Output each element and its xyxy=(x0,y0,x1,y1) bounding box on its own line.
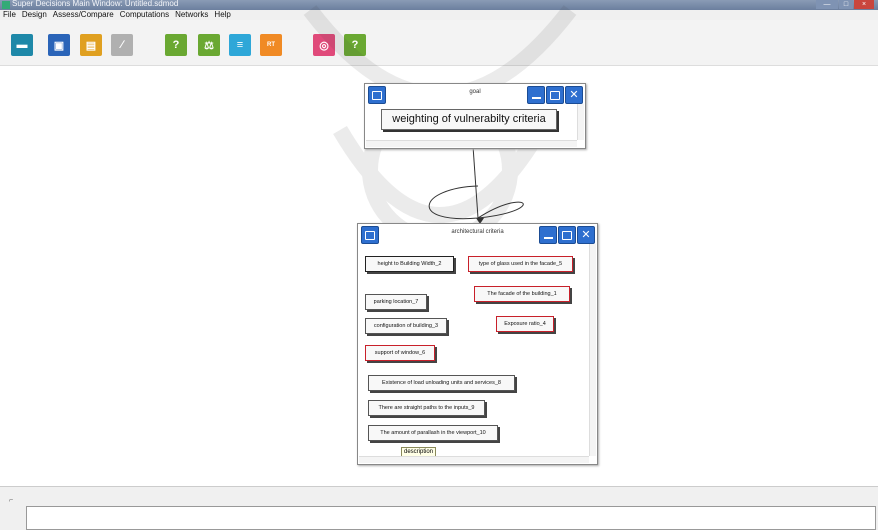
headphones-icon[interactable]: ◎ xyxy=(313,34,335,56)
menu-design[interactable]: Design xyxy=(22,10,47,19)
status-field[interactable] xyxy=(26,506,876,530)
menu-help[interactable]: Help xyxy=(214,10,230,19)
network-canvas[interactable]: goal ✕ weighting of vulnerabilty criteri… xyxy=(8,66,878,486)
maximize-icon[interactable] xyxy=(546,86,564,104)
question-mark-icon[interactable]: ? xyxy=(165,34,187,56)
close-icon[interactable]: ✕ xyxy=(565,86,583,104)
close-icon[interactable]: ✕ xyxy=(577,226,595,244)
bottom-panel: ⌐ xyxy=(0,486,878,530)
app-icon xyxy=(2,1,10,9)
criterion-element[interactable]: support of window_6 xyxy=(365,345,435,361)
goal-cluster[interactable]: goal ✕ weighting of vulnerabilty criteri… xyxy=(364,83,586,149)
menu-networks[interactable]: Networks xyxy=(175,10,208,19)
horizontal-scrollbar[interactable] xyxy=(359,456,589,463)
sliders-icon[interactable]: ≡ xyxy=(229,34,251,56)
criterion-element[interactable]: type of glass used in the facade_5 xyxy=(468,256,573,272)
goal-element[interactable]: weighting of vulnerabilty criteria xyxy=(381,109,557,130)
criterion-element[interactable]: parking location_7 xyxy=(365,294,427,310)
save-icon[interactable]: ▣ xyxy=(48,34,70,56)
menu-assess-compare[interactable]: Assess/Compare xyxy=(53,10,114,19)
menu-computations[interactable]: Computations xyxy=(120,10,169,19)
minimize-icon[interactable] xyxy=(527,86,545,104)
close-button[interactable]: × xyxy=(854,0,874,9)
horizontal-scrollbar[interactable] xyxy=(366,140,577,147)
criterion-element[interactable]: The amount of parallash in the viewport_… xyxy=(368,425,498,441)
minimize-button[interactable]: — xyxy=(816,0,838,9)
menu-file[interactable]: File xyxy=(3,10,16,19)
folder-open-icon[interactable]: ▬ xyxy=(11,34,33,56)
vertical-scrollbar[interactable] xyxy=(589,244,596,456)
criterion-element[interactable]: configuration of building_3 xyxy=(365,318,447,334)
criteria-cluster[interactable]: architectural criteria ✕ height to Build… xyxy=(357,223,598,465)
window-title: Super Decisions Main Window: Untitled.sd… xyxy=(12,0,179,8)
toolbar: ▬ ▣ ▤ ∕ ? ⚖ ≡ RT ◎ ? xyxy=(0,20,878,66)
maximize-icon[interactable] xyxy=(558,226,576,244)
help-icon[interactable]: ? xyxy=(344,34,366,56)
menu-bar: File Design Assess/Compare Computations Netw… xyxy=(0,10,878,20)
vertical-scrollbar[interactable] xyxy=(577,104,584,140)
minimize-icon[interactable] xyxy=(539,226,557,244)
pencil-icon[interactable]: ∕ xyxy=(111,34,133,56)
criterion-element[interactable]: There are straight paths to the inputs_9 xyxy=(368,400,485,416)
resize-handle-icon[interactable]: ⌐ xyxy=(9,497,13,504)
print-icon[interactable]: ▤ xyxy=(80,34,102,56)
title-bar: Super Decisions Main Window: Untitled.sd… xyxy=(0,0,878,10)
ratings-icon[interactable]: RT xyxy=(260,34,282,56)
criterion-element[interactable]: height to Building Width_2 xyxy=(365,256,454,272)
balance-icon[interactable]: ⚖ xyxy=(198,34,220,56)
criterion-element[interactable]: Exposure ratio_4 xyxy=(496,316,554,332)
maximize-button[interactable]: □ xyxy=(839,0,853,9)
criterion-element[interactable]: Existence of load unloading units and se… xyxy=(368,375,515,391)
criterion-element[interactable]: The facade of the building_1 xyxy=(474,286,570,302)
